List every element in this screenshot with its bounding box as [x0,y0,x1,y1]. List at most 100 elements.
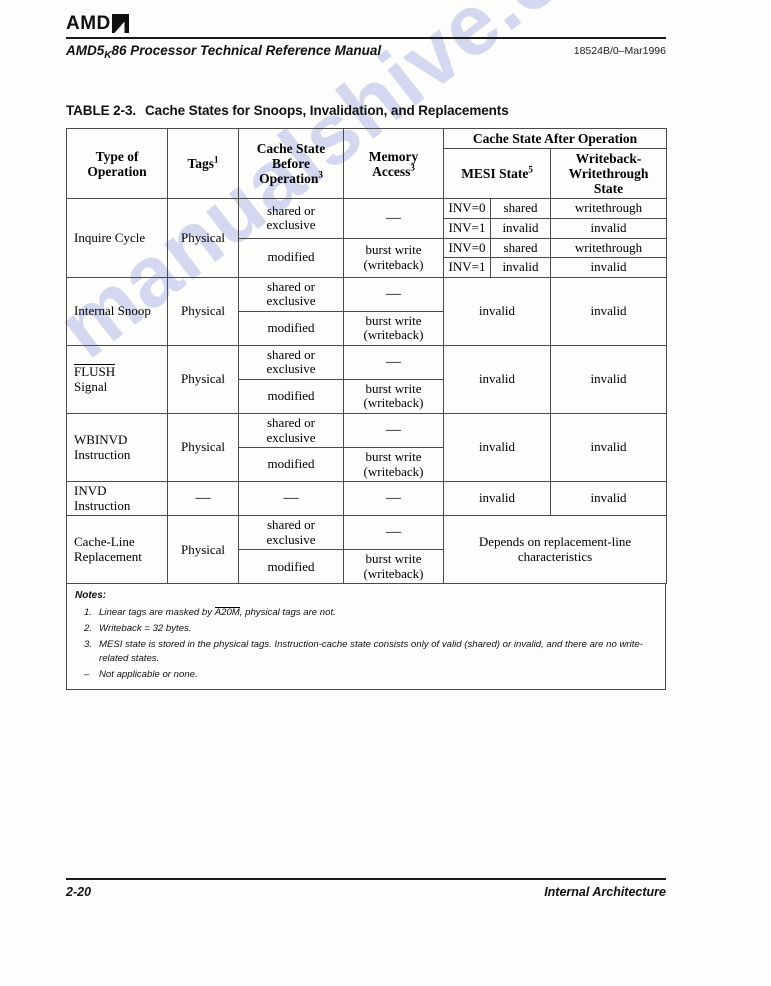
footer-section-title: Internal Architecture [544,885,666,899]
note-text: Not applicable or none. [99,669,198,681]
cell-operation: Cache-Line Replacement [66,515,168,585]
cell-tags: Physical [167,344,239,415]
cache-states-table: Type of Operation Tags1 Cache State Befo… [66,127,668,585]
note-item: 1. Linear tags are masked by A20M, physi… [75,606,657,620]
cell-wbwt-state: invalid [549,412,668,483]
cell-operation-rest: Signal [74,378,108,394]
cache-states-table-wrap: Type of Operation Tags1 Cache State Befo… [66,127,668,690]
th-type-of-operation: Type of Operation [66,127,168,200]
cell-memory-access: — [343,481,444,517]
cell-mesi-state: invalid [443,344,551,415]
table-row: INVD Instruction — — — invalid invalid [66,481,668,517]
cell-mesi-state: invalid [443,412,551,483]
table-row: WBINVD Instruction Physical shared or ex… [66,412,668,483]
cell-wbwt-state: writethrough [549,237,668,259]
cell-memory-access: — [343,515,444,551]
manual-title: AMD5K86 Processor Technical Reference Ma… [66,43,381,61]
note-text: MESI state is stored in the physical tag… [99,639,643,664]
table-body: Inquire Cycle Physical shared or exclusi… [66,198,668,585]
cell-wbwt-state: invalid [549,257,668,278]
cell-state-before: modified [238,549,344,585]
th-memory-access: Memory Access3 [343,127,444,200]
note-item: – Not applicable or none. [75,668,657,682]
table-caption-title: Cache States for Snoops, Invalidation, a… [145,103,509,118]
notes-heading: Notes: [75,590,107,602]
th-mesi-state: MESI State5 [443,148,551,200]
th-cache-state-before: Cache State Before Operation3 [238,127,344,200]
cell-mesi-state: invalid [443,276,551,346]
cell-wbwt-state: invalid [549,276,668,346]
cell-memory-access: burst write (writeback) [343,378,444,415]
cell-mesi-state: shared [490,237,551,259]
cell-mesi-state: invalid [490,257,551,278]
amd-logo: AMD [66,14,129,33]
cell-state-before: shared or exclusive [238,344,344,380]
th-tags: Tags1 [167,127,239,200]
note-text: Linear tags are masked by A20M, physical… [99,606,657,620]
manual-title-post: 86 Processor Technical Reference Manual [111,43,382,58]
header-rule [66,37,666,39]
table-row: Cache-Line Replacement Physical shared o… [66,515,668,585]
note-text-pre: Linear tags are masked by [99,607,215,619]
document-id: 18524B/0–Mar1996 [573,45,666,57]
cell-state-before: modified [238,237,344,278]
th-cache-state-after: Cache State After Operation [442,127,668,150]
th-tags-label: Tags [187,156,215,172]
cell-state-before: modified [238,310,344,346]
cell-operation: Internal Snoop [66,276,168,346]
cell-state-before: modified [238,378,344,415]
manual-title-pre: AMD5 [66,43,105,58]
cell-inv-flag: INV=0 [443,237,491,259]
note-number: – [84,669,90,681]
cell-memory-access: burst write (writeback) [343,447,444,483]
cell-memory-access: — [343,344,444,380]
note-item: 2. Writeback = 32 bytes. [75,622,657,636]
cell-memory-access: — [343,412,444,449]
table-header-row-1: Type of Operation Tags1 Cache State Befo… [66,127,668,200]
cell-mesi-state: invalid [490,217,551,239]
cell-mesi-state: invalid [443,481,551,517]
cell-state-before: shared or exclusive [238,198,344,239]
note-text: Writeback = 32 bytes. [99,623,192,635]
cell-tags: Physical [167,198,239,278]
note-number: 3. [84,639,93,651]
cell-operation: Inquire Cycle [66,198,168,278]
table-row: FLUSH Signal Physical shared or exclusive… [66,344,668,415]
th-cache-state-before-note: 3 [318,169,323,180]
cell-cache-state-after: Depends on replacement-line characterist… [442,515,668,585]
table-row: Internal Snoop Physical shared or exclus… [66,276,668,346]
cell-wbwt-state: invalid [549,217,668,239]
amd-logo-text: AMD [66,13,111,34]
manual-title-subscript: K [104,50,112,61]
cell-operation: WBINVD Instruction [66,412,168,483]
note-text-post: , physical tags are not. [239,607,336,619]
th-mesi-state-note: 5 [528,164,533,175]
footer-rule [66,878,666,880]
cell-operation: FLUSH Signal [66,344,168,415]
table-caption: TABLE 2-3. Cache States for Snoops, Inval… [66,103,509,118]
cell-memory-access: — [343,198,444,239]
cell-tags: Physical [167,276,239,346]
table-head: Type of Operation Tags1 Cache State Befo… [66,127,668,200]
cell-tags: Physical [167,412,239,483]
th-memory-access-note: 3 [410,162,415,173]
table-caption-label: TABLE 2-3. [66,103,137,118]
th-tags-note: 1 [214,154,219,165]
table-notes: Notes: 1. Linear tags are masked by A20M… [66,584,666,690]
cell-wbwt-state: writethrough [549,198,668,219]
note-signal-overline: A20M [214,607,240,619]
note-number: 2. [84,623,93,635]
cell-wbwt-state: invalid [549,481,668,517]
cell-state-before: — [238,481,344,517]
cell-tags: Physical [167,515,239,585]
cell-wbwt-state: invalid [549,344,668,415]
page-number: 2-20 [66,885,92,899]
cell-mesi-state: shared [490,198,551,219]
cell-memory-access: burst write (writeback) [343,549,444,585]
table-row: Inquire Cycle Physical shared or exclusi… [66,198,668,278]
cell-inv-flag: INV=1 [443,217,491,239]
amd-arrow-mark-icon [111,14,129,33]
cell-operation: INVD Instruction [66,481,168,517]
cell-state-before: shared or exclusive [238,276,344,312]
cell-state-before: modified [238,447,344,483]
